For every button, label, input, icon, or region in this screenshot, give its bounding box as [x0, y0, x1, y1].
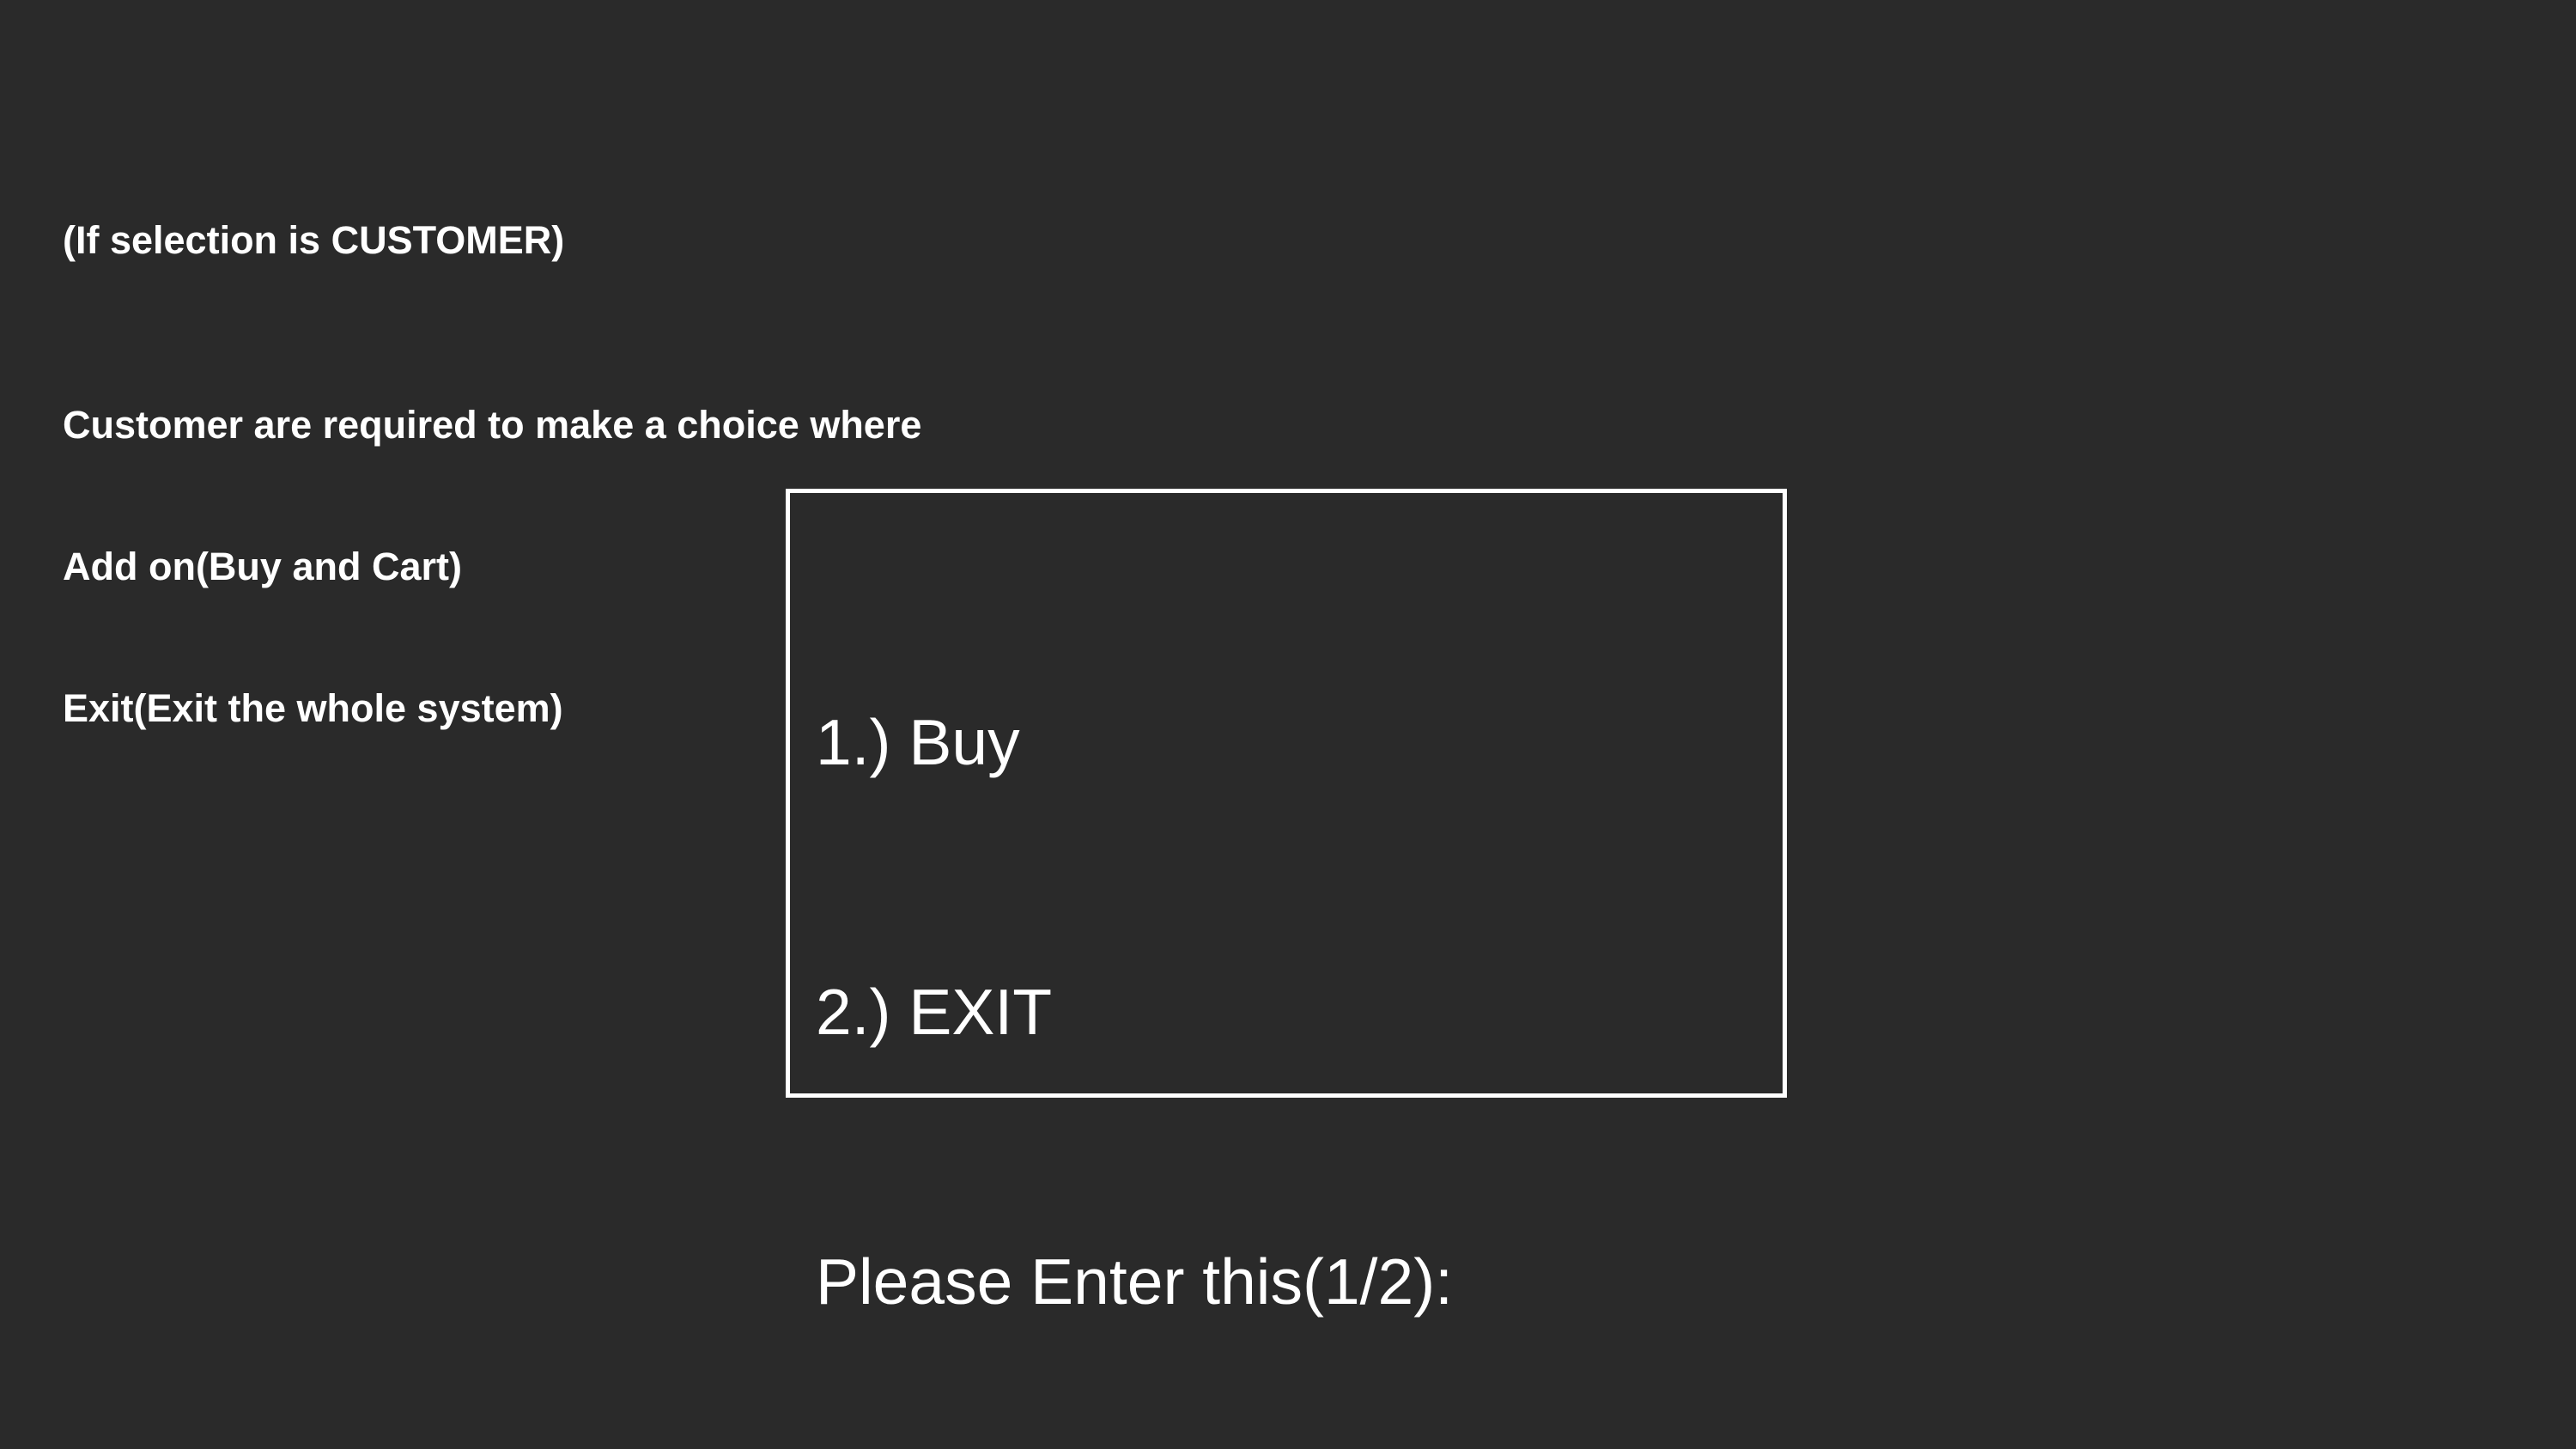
console-menu-box: 1.) Buy 2.) EXIT Please Enter this(1/2):: [786, 489, 1787, 1316]
menu-option-exit: 2.) EXIT: [816, 976, 1053, 1048]
console-menu-text: 1.) Buy 2.) EXIT Please Enter this(1/2):: [816, 570, 1453, 1449]
slide-canvas: (If selection is CUSTOMER) Customer are …: [0, 0, 2576, 1449]
notes-line: Customer are required to make a choice w…: [63, 403, 922, 447]
notes-heading: (If selection is CUSTOMER): [63, 218, 565, 262]
input-prompt: Please Enter this(1/2):: [816, 1245, 1454, 1318]
menu-option-buy: 1.) Buy: [816, 706, 1020, 778]
